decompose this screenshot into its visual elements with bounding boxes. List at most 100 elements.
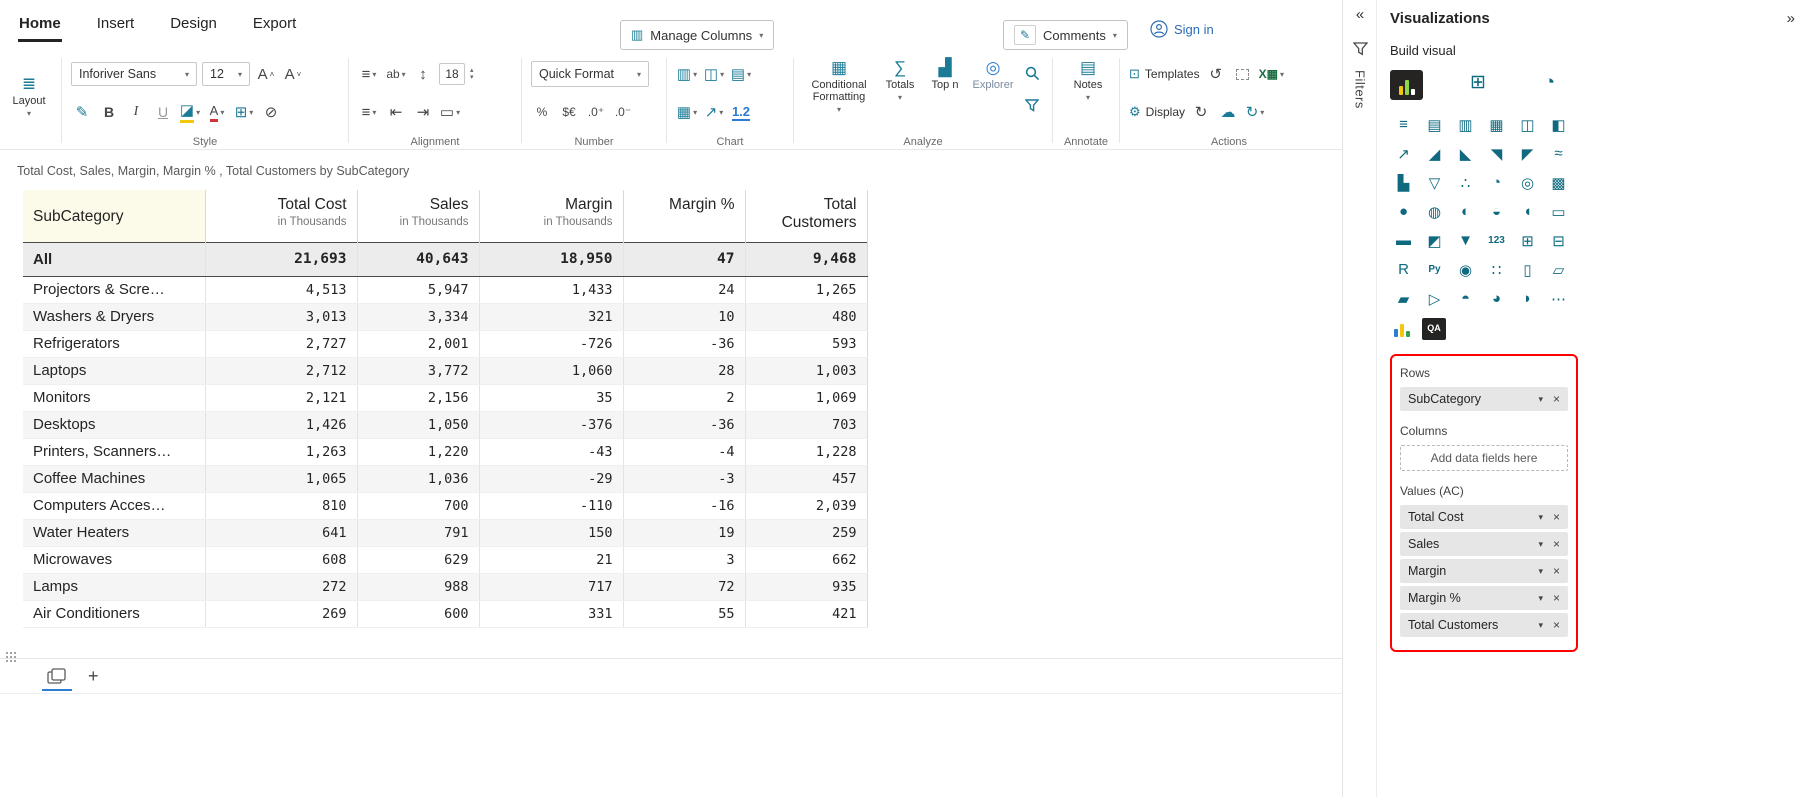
row-label[interactable]: Printers, Scanners…: [23, 438, 205, 465]
column-header[interactable]: Salesin Thousands: [357, 190, 479, 242]
cell-value[interactable]: 72: [623, 573, 745, 600]
area-chart-icon[interactable]: ◢: [1421, 141, 1448, 166]
filter-icon[interactable]: [1353, 42, 1368, 56]
stacked-bar-chart-icon[interactable]: ≡: [1390, 112, 1417, 137]
cell-value[interactable]: 629: [357, 546, 479, 573]
funnel-chart-icon[interactable]: ▽: [1421, 170, 1448, 195]
donut-chart-icon[interactable]: ◎: [1514, 170, 1541, 195]
scorecard-visual-icon[interactable]: ◕: [1483, 286, 1510, 311]
row-height-stepper[interactable]: ▴▾: [470, 67, 474, 81]
field-pill[interactable]: Total Customers▾×: [1400, 613, 1568, 637]
paginated-report-visual-icon[interactable]: ▰: [1390, 286, 1417, 311]
cell-value[interactable]: -726: [479, 330, 623, 357]
row-label[interactable]: Water Heaters: [23, 519, 205, 546]
cell-value[interactable]: 18,950: [479, 242, 623, 276]
vertical-align-button[interactable]: ≡▾: [358, 62, 380, 86]
row-label[interactable]: All: [23, 242, 205, 276]
qa-custom-visual-icon[interactable]: QA: [1422, 318, 1446, 340]
cell-value[interactable]: 421: [745, 600, 867, 627]
cell-value[interactable]: 3,334: [357, 303, 479, 330]
underline-button[interactable]: U: [152, 100, 174, 124]
table-row[interactable]: Water Heaters64179115019259: [23, 519, 867, 546]
table-row[interactable]: Printers, Scanners…1,2631,220-43-41,228: [23, 438, 867, 465]
table-icon[interactable]: ⊞: [1514, 228, 1541, 253]
grid-handle-icon[interactable]: [5, 651, 17, 663]
cell-value[interactable]: 1,069: [745, 384, 867, 411]
map-icon[interactable]: ●: [1390, 199, 1417, 224]
export-excel-button[interactable]: X▦▾: [1259, 62, 1284, 86]
numeric-range-slicer-icon[interactable]: 123: [1483, 228, 1510, 253]
field-pill[interactable]: Margin %▾×: [1400, 586, 1568, 610]
increase-font-size-button[interactable]: A˄: [255, 62, 277, 86]
cell-value[interactable]: 321: [479, 303, 623, 330]
cell-value[interactable]: 9,468: [745, 242, 867, 276]
chevron-down-icon[interactable]: ▾: [1538, 593, 1543, 604]
variance-chart-type-button[interactable]: ▤▾: [730, 62, 752, 86]
cell-value[interactable]: 2,039: [745, 492, 867, 519]
cell-value[interactable]: 1,228: [745, 438, 867, 465]
python-visual-icon[interactable]: Py: [1421, 257, 1448, 282]
decrease-decimal-button[interactable]: .0⁻: [612, 100, 634, 124]
cell-value[interactable]: 935: [745, 573, 867, 600]
treemap-icon[interactable]: ▩: [1545, 170, 1572, 195]
cell-value[interactable]: 10: [623, 303, 745, 330]
cell-value[interactable]: 2,156: [357, 384, 479, 411]
cell-value[interactable]: 19: [623, 519, 745, 546]
cell-value[interactable]: 3,013: [205, 303, 357, 330]
metrics-visual-icon[interactable]: ◗: [1514, 286, 1541, 311]
tab-home[interactable]: Home: [18, 11, 62, 42]
cell-value[interactable]: 457: [745, 465, 867, 492]
font-family-select[interactable]: Inforiver Sans ▾: [71, 62, 197, 86]
column-chart-type-button[interactable]: ◫▾: [703, 62, 725, 86]
cell-value[interactable]: -16: [623, 492, 745, 519]
narrative-visual-icon[interactable]: ▱: [1545, 257, 1572, 282]
table-row[interactable]: Monitors2,1212,1563521,069: [23, 384, 867, 411]
row-label[interactable]: Projectors & Scre…: [23, 276, 205, 303]
cell-value[interactable]: 2: [623, 384, 745, 411]
inforiver-writeback-visual-icon[interactable]: ⊞: [1462, 70, 1495, 100]
table-row[interactable]: Air Conditioners26960033155421: [23, 600, 867, 627]
pie-chart-icon[interactable]: ◔: [1483, 170, 1510, 195]
top-n-button[interactable]: ▟ Top n: [925, 55, 965, 91]
explorer-button[interactable]: ◎ Explorer: [969, 55, 1017, 91]
azure-map-icon[interactable]: ◒: [1483, 199, 1510, 224]
new-page-button[interactable]: +: [88, 666, 99, 687]
cell-value[interactable]: 703: [745, 411, 867, 438]
conditional-formatting-button[interactable]: ▦ Conditional Formatting ▾: [803, 55, 875, 114]
filter-button[interactable]: [1021, 93, 1043, 117]
cell-value[interactable]: -43: [479, 438, 623, 465]
cell-value[interactable]: 150: [479, 519, 623, 546]
cell-value[interactable]: 593: [745, 330, 867, 357]
add-data-fields-box[interactable]: Add data fields here: [1400, 445, 1568, 471]
font-color-button[interactable]: A▾: [206, 100, 228, 124]
chevron-down-icon[interactable]: ▾: [1538, 394, 1543, 405]
clear-formatting-button[interactable]: ⊘: [260, 100, 282, 124]
cell-value[interactable]: 1,263: [205, 438, 357, 465]
chevron-down-icon[interactable]: ▾: [1538, 566, 1543, 577]
cell-value[interactable]: 600: [357, 600, 479, 627]
layout-button[interactable]: ≣ Layout ▾: [4, 71, 54, 118]
cell-value[interactable]: 1,220: [357, 438, 479, 465]
cell-value[interactable]: -36: [623, 411, 745, 438]
manage-columns-button[interactable]: ▥ Manage Columns ▾: [620, 20, 774, 50]
decrease-indent-button[interactable]: ⇤: [385, 100, 407, 124]
undo-button[interactable]: ↺: [1205, 62, 1227, 86]
matrix-visual[interactable]: SubCategoryTotal Costin ThousandsSalesin…: [23, 190, 1342, 628]
100-stacked-column-chart-icon[interactable]: ◧: [1545, 112, 1572, 137]
cell-value[interactable]: 24: [623, 276, 745, 303]
chart-options-button[interactable]: ▦▾: [676, 100, 698, 124]
remove-field-icon[interactable]: ×: [1553, 392, 1560, 406]
clustered-bar-chart-icon[interactable]: ▤: [1421, 112, 1448, 137]
chevron-down-icon[interactable]: ▾: [1538, 539, 1543, 550]
bold-button[interactable]: B: [98, 100, 120, 124]
cell-value[interactable]: 1,036: [357, 465, 479, 492]
redo-button[interactable]: ↻: [1190, 100, 1212, 124]
stepper-down-icon[interactable]: ▾: [470, 74, 474, 81]
table-row[interactable]: Desktops1,4261,050-376-36703: [23, 411, 867, 438]
cell-value[interactable]: 810: [205, 492, 357, 519]
kpi-icon[interactable]: ◩: [1421, 228, 1448, 253]
explore-data-visual-icon[interactable]: ◔: [1533, 70, 1566, 100]
horizontal-align-button[interactable]: ≡▾: [358, 100, 380, 124]
italic-button[interactable]: I: [125, 100, 147, 124]
cell-value[interactable]: 700: [357, 492, 479, 519]
